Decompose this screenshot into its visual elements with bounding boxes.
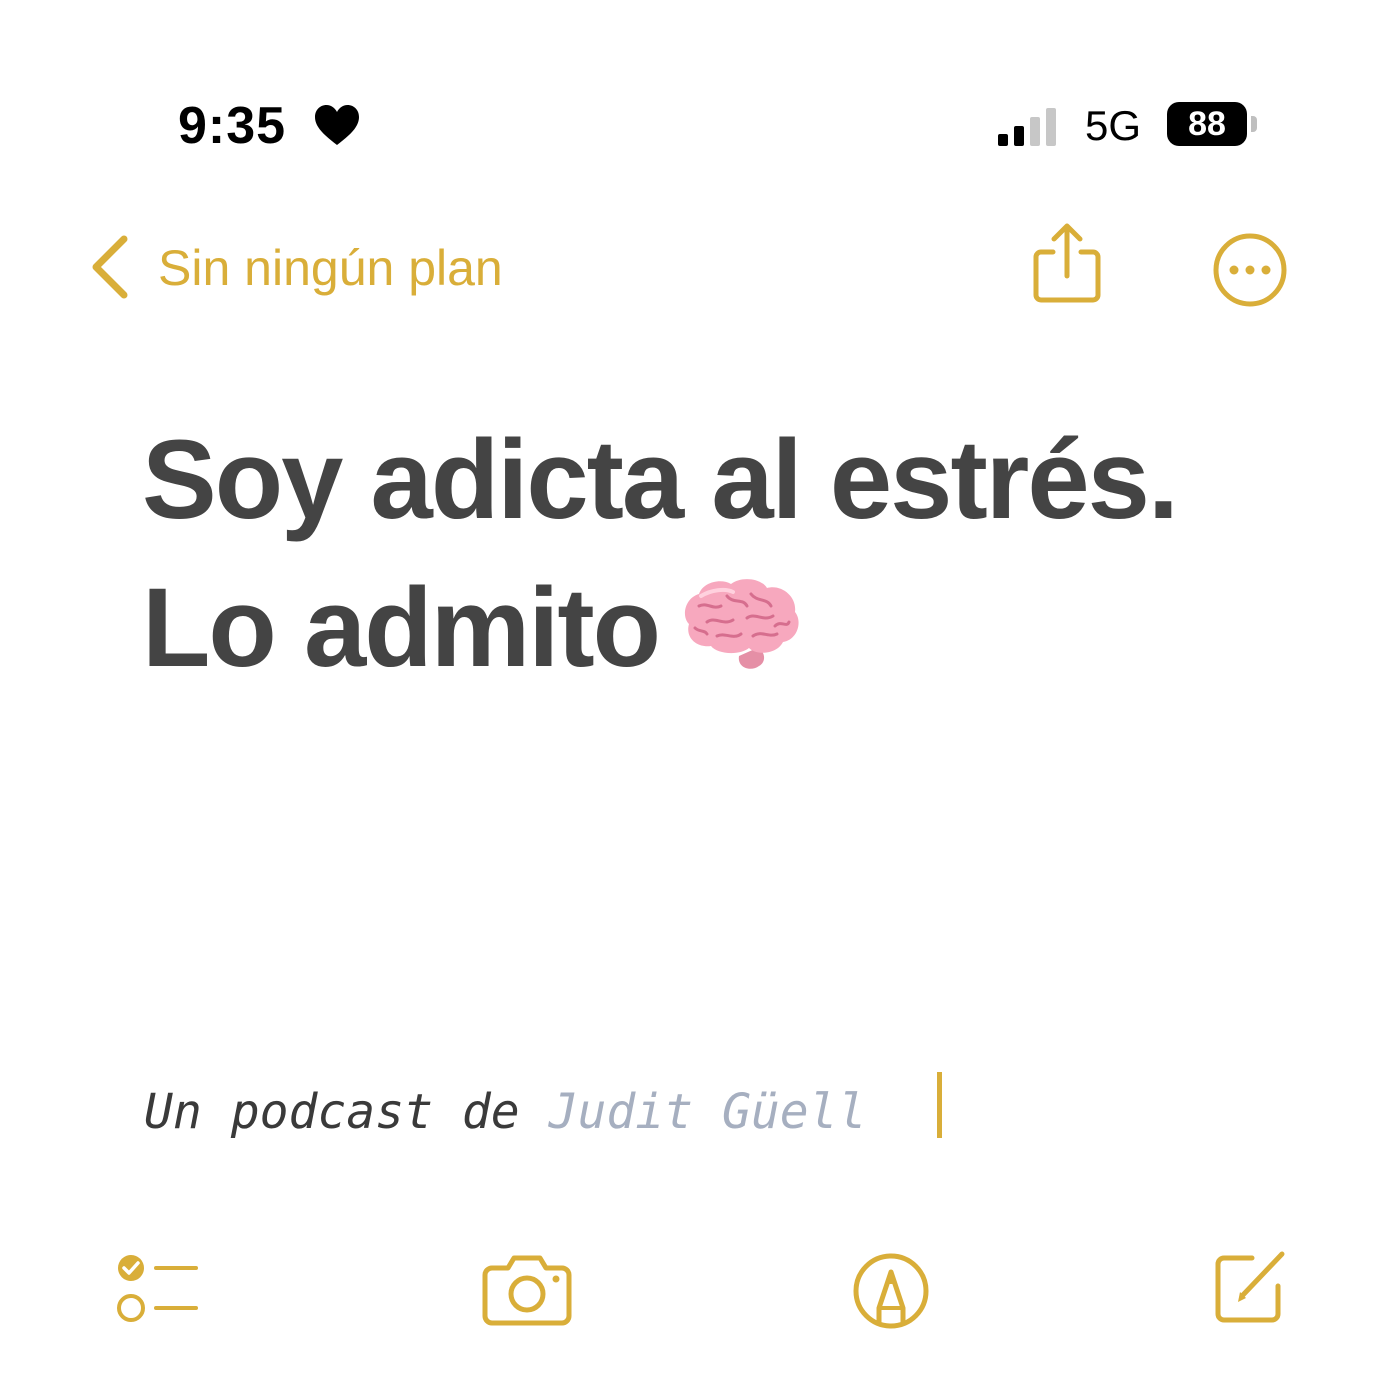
share-icon[interactable] [1030,222,1104,306]
byline-prefix: Un podcast de [144,1084,549,1140]
text-cursor [937,1072,942,1138]
heart-icon [315,105,359,145]
battery-indicator: 88 [1167,102,1247,146]
chevron-left-icon[interactable] [88,234,132,300]
cellular-signal-icon [998,108,1056,146]
note-title-line-2-text: Lo admito [142,565,661,690]
compose-icon[interactable] [1212,1246,1288,1326]
camera-icon[interactable] [482,1252,572,1326]
note-title[interactable]: Soy adicta al estrés. Lo admito [142,406,1302,702]
brain-emoji-icon [684,579,799,669]
markup-pen-icon[interactable] [852,1252,930,1330]
network-type-label: 5G [1085,102,1142,149]
byline-author: Judit Güell [548,1084,867,1140]
status-time: 9:35 [178,97,287,155]
note-byline[interactable]: Un podcast de Judit Güell [144,1080,866,1144]
checklist-icon[interactable] [114,1254,200,1324]
back-button-label[interactable]: Sin ningún plan [158,238,503,298]
note-title-line-1: Soy adicta al estrés. [142,417,1179,542]
battery-cap [1251,116,1257,132]
note-title-line-2: Lo admito [142,554,1302,702]
ellipsis-circle-icon[interactable] [1212,232,1288,308]
